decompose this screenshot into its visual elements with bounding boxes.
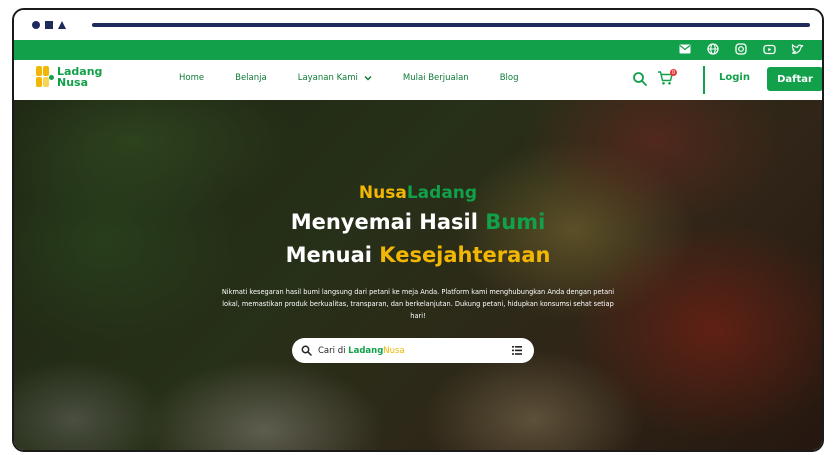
login-button[interactable]: Login xyxy=(719,72,750,83)
search-placeholder-prefix: Cari di xyxy=(318,345,349,356)
ladang-nusa-logo[interactable]: Ladang Nusa xyxy=(36,66,102,88)
nav-divider xyxy=(703,66,705,94)
hero-background-image xyxy=(14,100,822,450)
hero-headline-1-main: Menyemai Hasil xyxy=(290,210,486,234)
hero-headline-2-main: Menuai xyxy=(285,243,380,267)
hero-brand-part2: Ladang xyxy=(406,183,478,203)
hero-brand-part1: Nusa xyxy=(358,183,407,203)
hero-brand: NusaLadang xyxy=(14,183,822,203)
hero-search-bar[interactable]: Cari di LadangNusa xyxy=(292,338,534,363)
circle-control-icon[interactable] xyxy=(32,21,40,29)
globe-icon[interactable] xyxy=(706,42,720,56)
logo-text-line2: Nusa xyxy=(57,76,89,89)
nav-item-layanan-kami[interactable]: Layanan Kami xyxy=(298,73,372,83)
nav-item-mulai-berjualan[interactable]: Mulai Berjualan xyxy=(403,73,469,83)
hero-headline-2-highlight: Kesejahteraan xyxy=(379,243,551,267)
search-placeholder-brand-a: Ladang xyxy=(348,345,384,356)
youtube-icon[interactable] xyxy=(762,42,776,56)
cart-count-badge: 0 xyxy=(670,69,677,76)
address-bar[interactable] xyxy=(92,23,810,27)
search-icon[interactable] xyxy=(632,71,648,87)
nav-item-layanan-kami-label: Layanan Kami xyxy=(297,73,358,83)
search-icon xyxy=(301,345,312,356)
logo-mark-icon xyxy=(36,66,54,88)
twitter-icon[interactable] xyxy=(790,42,804,56)
browser-chrome xyxy=(14,10,822,40)
window-controls xyxy=(32,21,66,29)
hero-headline-1-highlight: Bumi xyxy=(485,210,546,234)
main-menu: Home Belanja Layanan Kami Mulai Berjuala… xyxy=(179,73,549,83)
mail-icon[interactable] xyxy=(678,42,692,56)
hero-section: NusaLadang Menyemai Hasil Bumi Menuai Ke… xyxy=(14,100,822,450)
hero-headline-2: Menuai Kesejahteraan xyxy=(14,243,822,267)
hero-headline-1: Menyemai Hasil Bumi xyxy=(14,210,822,234)
nav-item-home[interactable]: Home xyxy=(179,73,204,83)
social-links xyxy=(678,42,804,56)
browser-frame: Ladang Nusa Home Belanja Layanan Kami Mu… xyxy=(12,8,824,452)
cart-button[interactable]: 0 xyxy=(657,69,677,88)
signup-button[interactable]: Daftar xyxy=(767,67,822,91)
search-placeholder-brand-b: Nusa xyxy=(383,345,405,356)
main-navbar: Ladang Nusa Home Belanja Layanan Kami Mu… xyxy=(14,60,822,101)
instagram-icon[interactable] xyxy=(734,42,748,56)
search-placeholder[interactable]: Cari di LadangNusa xyxy=(318,346,405,356)
square-control-icon[interactable] xyxy=(45,21,53,29)
hero-description: Nikmati kesegaran hasil bumi langsung da… xyxy=(221,288,615,320)
nav-item-belanja[interactable]: Belanja xyxy=(235,73,267,83)
nav-item-blog[interactable]: Blog xyxy=(500,73,519,83)
menu-icon[interactable] xyxy=(512,346,522,355)
chevron-down-icon xyxy=(364,75,372,81)
top-social-strip xyxy=(14,40,822,60)
triangle-control-icon[interactable] xyxy=(58,21,66,29)
